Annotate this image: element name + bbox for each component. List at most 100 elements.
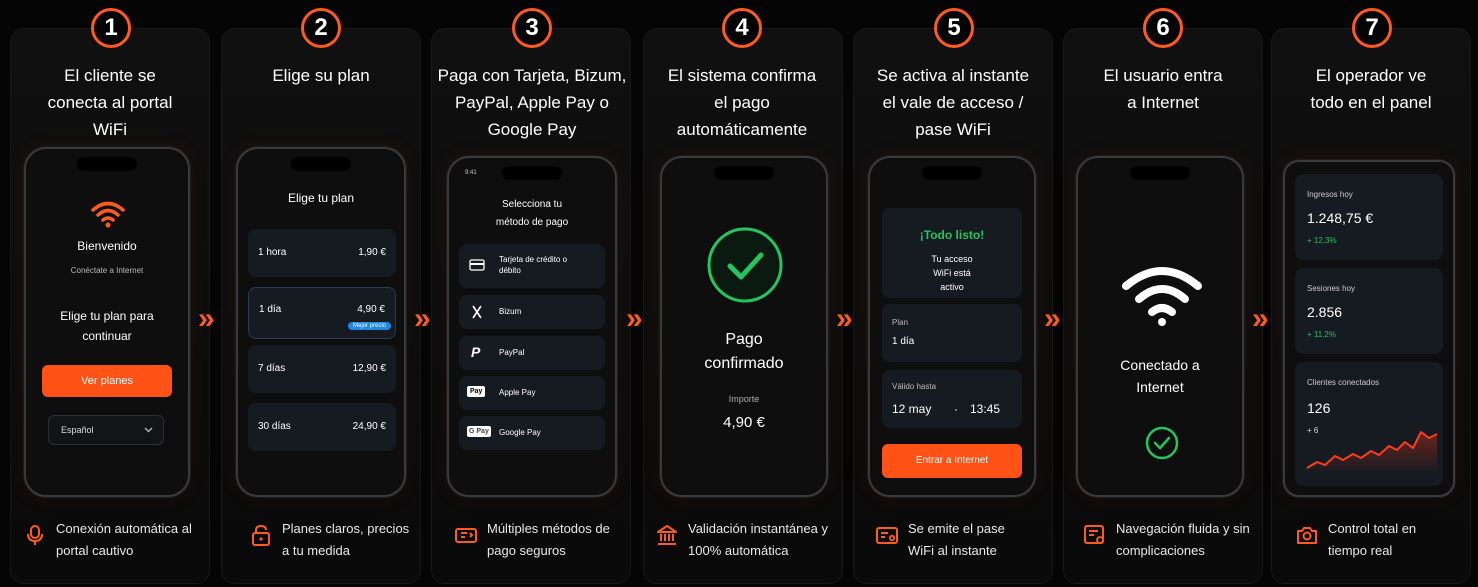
lock-icon: [252, 524, 270, 546]
plan-name: 1 día: [259, 304, 282, 315]
chevron-right-icon: »: [198, 302, 214, 335]
step-2-number: 2: [301, 8, 341, 48]
best-price-badge: Mejor precio: [347, 322, 391, 330]
step-5-number: 5: [934, 8, 974, 48]
phone-notch: [714, 166, 774, 180]
plan-name: 30 días: [258, 421, 291, 432]
step-3-number: 3: [512, 8, 552, 48]
amount-label: Importe: [728, 394, 760, 404]
payment-method-bizum[interactable]: Bizum: [459, 295, 605, 329]
payment-method-label: Google Pay: [499, 428, 541, 437]
phone-6-connected: Conectado a Internet: [1076, 156, 1244, 497]
payment-method-paypal[interactable]: P PayPal: [459, 336, 605, 370]
step-3-feature: Múltiples métodos de pago seguros: [455, 518, 617, 562]
step-4-feature-text: Validación instantánea y 100% automática: [688, 521, 828, 558]
step-1-title: El cliente se conecta al portal WiFi: [47, 66, 173, 139]
phone-1-portal: Bienvenido Conéctate a Internet Elige tu…: [24, 147, 190, 497]
step-3-title: Paga con Tarjeta, Bizum, PayPal, Apple P…: [437, 66, 627, 139]
plan-prompt: Elige tu plan para continuar: [60, 309, 154, 343]
step-1-feature: Conexión automática al portal cautivo: [24, 518, 201, 562]
paypal-icon: P: [471, 344, 481, 360]
payment-method-label: PayPal: [499, 348, 525, 357]
enter-internet-button[interactable]: Entrar a Internet: [882, 444, 1022, 478]
step-6-feature: Navegación fluida y sin complicaciones: [1084, 518, 1256, 562]
step-5-feature-text: Se emite el pase WiFi al instante: [908, 521, 1005, 558]
plan-label: Plan: [892, 318, 909, 327]
trend-sparkline: [1306, 431, 1438, 474]
phone-notch: [922, 166, 982, 180]
welcome-subtitle: Conéctate a Internet: [70, 266, 144, 275]
step-5-title: Se activa al instante el vale de acceso …: [876, 66, 1030, 139]
phone-notch: [77, 157, 137, 171]
phone-notch: [502, 166, 562, 180]
payment-title: Selecciona tu método de pago: [495, 199, 569, 228]
income-card: Ingresos hoy 1.248,75 € + 12,3%: [1295, 174, 1443, 260]
ready-heading: ¡Todo listo!: [919, 228, 985, 242]
clients-card: Clientes conectados 126 + 6: [1295, 362, 1443, 486]
payment-confirmed-title: Pago confirmado: [704, 331, 784, 372]
plan-price: 12,90 €: [352, 363, 386, 374]
plan-option[interactable]: 30 días 24,90 €: [248, 403, 396, 451]
payment-method-label: Tarjeta de crédito o débito: [499, 255, 568, 275]
plan-name: 1 hora: [258, 247, 287, 258]
validity-card: Válido hasta 12 may · 13:45: [882, 370, 1022, 428]
step-5-feature: Se emite el pase WiFi al instante: [876, 518, 1028, 562]
step-4-title: El sistema confirma el pago automáticame…: [667, 66, 817, 139]
step-1-number: 1: [91, 8, 131, 48]
bizum-icon: [472, 305, 482, 319]
step-2-feature-text: Planes claros, precios a tu medida: [282, 521, 410, 558]
ticket-icon: [876, 527, 898, 544]
plan-info-card: Plan 1 día: [882, 304, 1022, 362]
payment-method-label: Apple Pay: [499, 388, 536, 397]
status-time: 9:41: [465, 170, 477, 176]
phone-7-dashboard: Ingresos hoy 1.248,75 € + 12,3% Sesiones…: [1283, 160, 1455, 497]
phone-2-plans: Elige tu plan 1 hora 1,90 € 1 día 4,90 €…: [236, 147, 406, 497]
payment-method-card[interactable]: Tarjeta de crédito o débito: [459, 244, 605, 288]
step-4-feature: Validación instantánea y 100% automática: [656, 518, 838, 562]
step-6-feature-text: Navegación fluida y sin complicaciones: [1116, 521, 1250, 558]
plan-option[interactable]: 1 hora 1,90 €: [248, 229, 396, 277]
plan-price: 1,90 €: [358, 247, 386, 258]
sessions-value: 2.856: [1307, 304, 1343, 320]
valid-until-separator: ·: [954, 402, 958, 416]
income-value: 1.248,75 €: [1307, 210, 1374, 226]
microphone-icon: [27, 525, 43, 545]
clients-value: 126: [1307, 400, 1331, 416]
voucher-ready-card: ¡Todo listo! Tu acceso WiFi está activo: [882, 208, 1022, 298]
chevron-right-icon: »: [414, 302, 430, 335]
plan-option[interactable]: 1 día 4,90 € Mejor precio: [248, 287, 396, 339]
step-6-number: 6: [1143, 8, 1183, 48]
chevron-down-icon: [144, 427, 153, 433]
income-label: Ingresos hoy: [1307, 190, 1353, 199]
payment-method-apple-pay[interactable]: Pay Apple Pay: [459, 376, 605, 410]
step-7-number: 7: [1352, 8, 1392, 48]
valid-until-label: Válido hasta: [892, 382, 937, 391]
plan-name: 7 días: [258, 363, 286, 374]
phone-notch: [1130, 166, 1190, 180]
plans-title: Elige tu plan: [287, 191, 355, 205]
income-delta: + 12,3%: [1307, 236, 1337, 245]
apple-pay-icon: Pay: [467, 386, 486, 397]
sessions-label: Sesiones hoy: [1307, 284, 1356, 293]
step-6-title: El usuario entra a Internet: [1103, 66, 1223, 112]
step-7-title: El operador ve todo en el panel: [1310, 66, 1432, 112]
wifi-icon: [1122, 267, 1202, 326]
access-active-message: Tu acceso WiFi está activo: [931, 254, 973, 292]
google-pay-icon: G Pay: [467, 426, 491, 437]
language-select[interactable]: Español: [48, 415, 164, 445]
payment-method-label: Bizum: [499, 307, 522, 316]
payment-method-google-pay[interactable]: G Pay Google Pay: [459, 416, 605, 450]
plan-price: 24,90 €: [352, 421, 386, 432]
chevron-right-icon: »: [1044, 302, 1060, 335]
sessions-card: Sesiones hoy 2.856 + 11,2%: [1295, 268, 1443, 354]
view-plans-button[interactable]: Ver planes: [42, 365, 172, 397]
step-4-number: 4: [722, 8, 762, 48]
checkmark-circle-icon: [707, 227, 783, 303]
phone-5-voucher: ¡Todo listo! Tu acceso WiFi está activo …: [868, 156, 1036, 497]
amount-value: 4,90 €: [723, 414, 765, 431]
clients-label: Clientes conectados: [1307, 378, 1380, 387]
checkmark-circle-icon: [1145, 426, 1179, 460]
bank-icon: [657, 525, 677, 545]
step-7-feature-text: Control total en tiempo real: [1328, 521, 1417, 558]
plan-option[interactable]: 7 días 12,90 €: [248, 345, 396, 393]
